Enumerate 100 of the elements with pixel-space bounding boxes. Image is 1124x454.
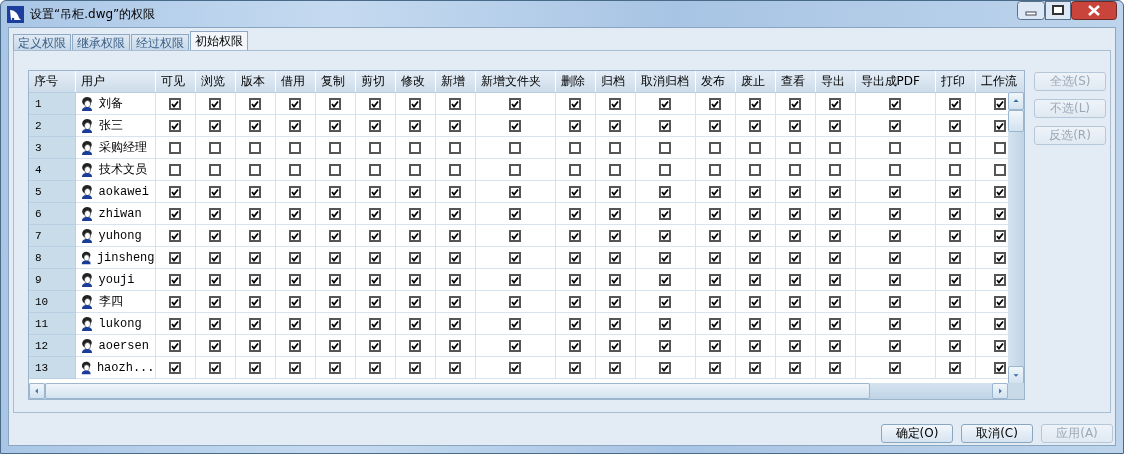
checkbox[interactable] bbox=[659, 296, 671, 308]
checkbox[interactable] bbox=[949, 98, 961, 110]
checkbox[interactable] bbox=[709, 208, 721, 220]
checkbox[interactable] bbox=[369, 252, 381, 264]
checkbox[interactable] bbox=[749, 252, 761, 264]
checkbox[interactable] bbox=[889, 208, 901, 220]
checkbox[interactable] bbox=[169, 340, 181, 352]
checkbox[interactable] bbox=[329, 98, 341, 110]
checkbox[interactable] bbox=[659, 164, 671, 176]
checkbox[interactable] bbox=[949, 274, 961, 286]
checkbox[interactable] bbox=[249, 230, 261, 242]
checkbox[interactable] bbox=[749, 296, 761, 308]
column-header[interactable]: 用户 bbox=[75, 71, 155, 93]
checkbox[interactable] bbox=[449, 274, 461, 286]
checkbox[interactable] bbox=[949, 362, 961, 374]
checkbox[interactable] bbox=[409, 274, 421, 286]
checkbox[interactable] bbox=[209, 208, 221, 220]
checkbox[interactable] bbox=[369, 362, 381, 374]
checkbox[interactable] bbox=[829, 274, 841, 286]
checkbox[interactable] bbox=[249, 274, 261, 286]
column-header[interactable]: 删除 bbox=[555, 71, 595, 93]
checkbox[interactable] bbox=[829, 318, 841, 330]
checkbox[interactable] bbox=[369, 340, 381, 352]
checkbox[interactable] bbox=[289, 98, 301, 110]
checkbox[interactable] bbox=[249, 318, 261, 330]
checkbox[interactable] bbox=[289, 164, 301, 176]
checkbox[interactable] bbox=[994, 120, 1006, 132]
checkbox[interactable] bbox=[709, 230, 721, 242]
checkbox[interactable] bbox=[659, 208, 671, 220]
column-header[interactable]: 工作流 bbox=[975, 71, 1024, 93]
checkbox[interactable] bbox=[509, 208, 521, 220]
scroll-thumb[interactable] bbox=[1008, 110, 1024, 132]
checkbox[interactable] bbox=[329, 340, 341, 352]
column-header[interactable]: 导出 bbox=[815, 71, 855, 93]
checkbox[interactable] bbox=[569, 230, 581, 242]
checkbox[interactable] bbox=[409, 252, 421, 264]
scroll-left-icon[interactable] bbox=[29, 383, 45, 399]
column-header[interactable]: 复制 bbox=[315, 71, 355, 93]
checkbox[interactable] bbox=[409, 142, 421, 154]
checkbox[interactable] bbox=[509, 274, 521, 286]
checkbox[interactable] bbox=[569, 208, 581, 220]
checkbox[interactable] bbox=[449, 296, 461, 308]
column-header[interactable]: 打印 bbox=[935, 71, 975, 93]
checkbox[interactable] bbox=[749, 318, 761, 330]
checkbox[interactable] bbox=[949, 340, 961, 352]
checkbox[interactable] bbox=[209, 142, 221, 154]
checkbox[interactable] bbox=[889, 340, 901, 352]
checkbox[interactable] bbox=[994, 186, 1006, 198]
checkbox[interactable] bbox=[749, 230, 761, 242]
checkbox[interactable] bbox=[994, 164, 1006, 176]
checkbox[interactable] bbox=[889, 98, 901, 110]
checkbox[interactable] bbox=[409, 208, 421, 220]
checkbox[interactable] bbox=[209, 164, 221, 176]
checkbox[interactable] bbox=[449, 340, 461, 352]
checkbox[interactable] bbox=[449, 164, 461, 176]
checkbox[interactable] bbox=[659, 120, 671, 132]
checkbox[interactable] bbox=[789, 252, 801, 264]
checkbox[interactable] bbox=[889, 120, 901, 132]
checkbox[interactable] bbox=[449, 252, 461, 264]
checkbox[interactable] bbox=[789, 186, 801, 198]
checkbox[interactable] bbox=[209, 296, 221, 308]
checkbox[interactable] bbox=[449, 208, 461, 220]
checkbox[interactable] bbox=[659, 98, 671, 110]
checkbox[interactable] bbox=[329, 318, 341, 330]
checkbox[interactable] bbox=[169, 142, 181, 154]
checkbox[interactable] bbox=[609, 340, 621, 352]
checkbox[interactable] bbox=[409, 164, 421, 176]
checkbox[interactable] bbox=[709, 186, 721, 198]
checkbox[interactable] bbox=[169, 98, 181, 110]
checkbox[interactable] bbox=[749, 340, 761, 352]
checkbox[interactable] bbox=[889, 164, 901, 176]
checkbox[interactable] bbox=[289, 362, 301, 374]
checkbox[interactable] bbox=[949, 318, 961, 330]
checkbox[interactable] bbox=[409, 186, 421, 198]
checkbox[interactable] bbox=[169, 362, 181, 374]
checkbox[interactable] bbox=[169, 296, 181, 308]
checkbox[interactable] bbox=[209, 120, 221, 132]
checkbox[interactable] bbox=[949, 296, 961, 308]
checkbox[interactable] bbox=[329, 142, 341, 154]
checkbox[interactable] bbox=[659, 362, 671, 374]
checkbox[interactable] bbox=[329, 274, 341, 286]
checkbox[interactable] bbox=[829, 296, 841, 308]
checkbox[interactable] bbox=[169, 120, 181, 132]
checkbox[interactable] bbox=[889, 252, 901, 264]
checkbox[interactable] bbox=[209, 362, 221, 374]
checkbox[interactable] bbox=[829, 98, 841, 110]
checkbox[interactable] bbox=[709, 120, 721, 132]
checkbox[interactable] bbox=[829, 340, 841, 352]
checkbox[interactable] bbox=[329, 120, 341, 132]
checkbox[interactable] bbox=[609, 274, 621, 286]
minimize-icon[interactable] bbox=[1017, 1, 1045, 20]
checkbox[interactable] bbox=[659, 186, 671, 198]
checkbox[interactable] bbox=[509, 318, 521, 330]
checkbox[interactable] bbox=[169, 208, 181, 220]
checkbox[interactable] bbox=[249, 186, 261, 198]
checkbox[interactable] bbox=[994, 296, 1006, 308]
checkbox[interactable] bbox=[249, 362, 261, 374]
checkbox[interactable] bbox=[789, 340, 801, 352]
column-header[interactable]: 浏览 bbox=[195, 71, 235, 93]
checkbox[interactable] bbox=[509, 340, 521, 352]
